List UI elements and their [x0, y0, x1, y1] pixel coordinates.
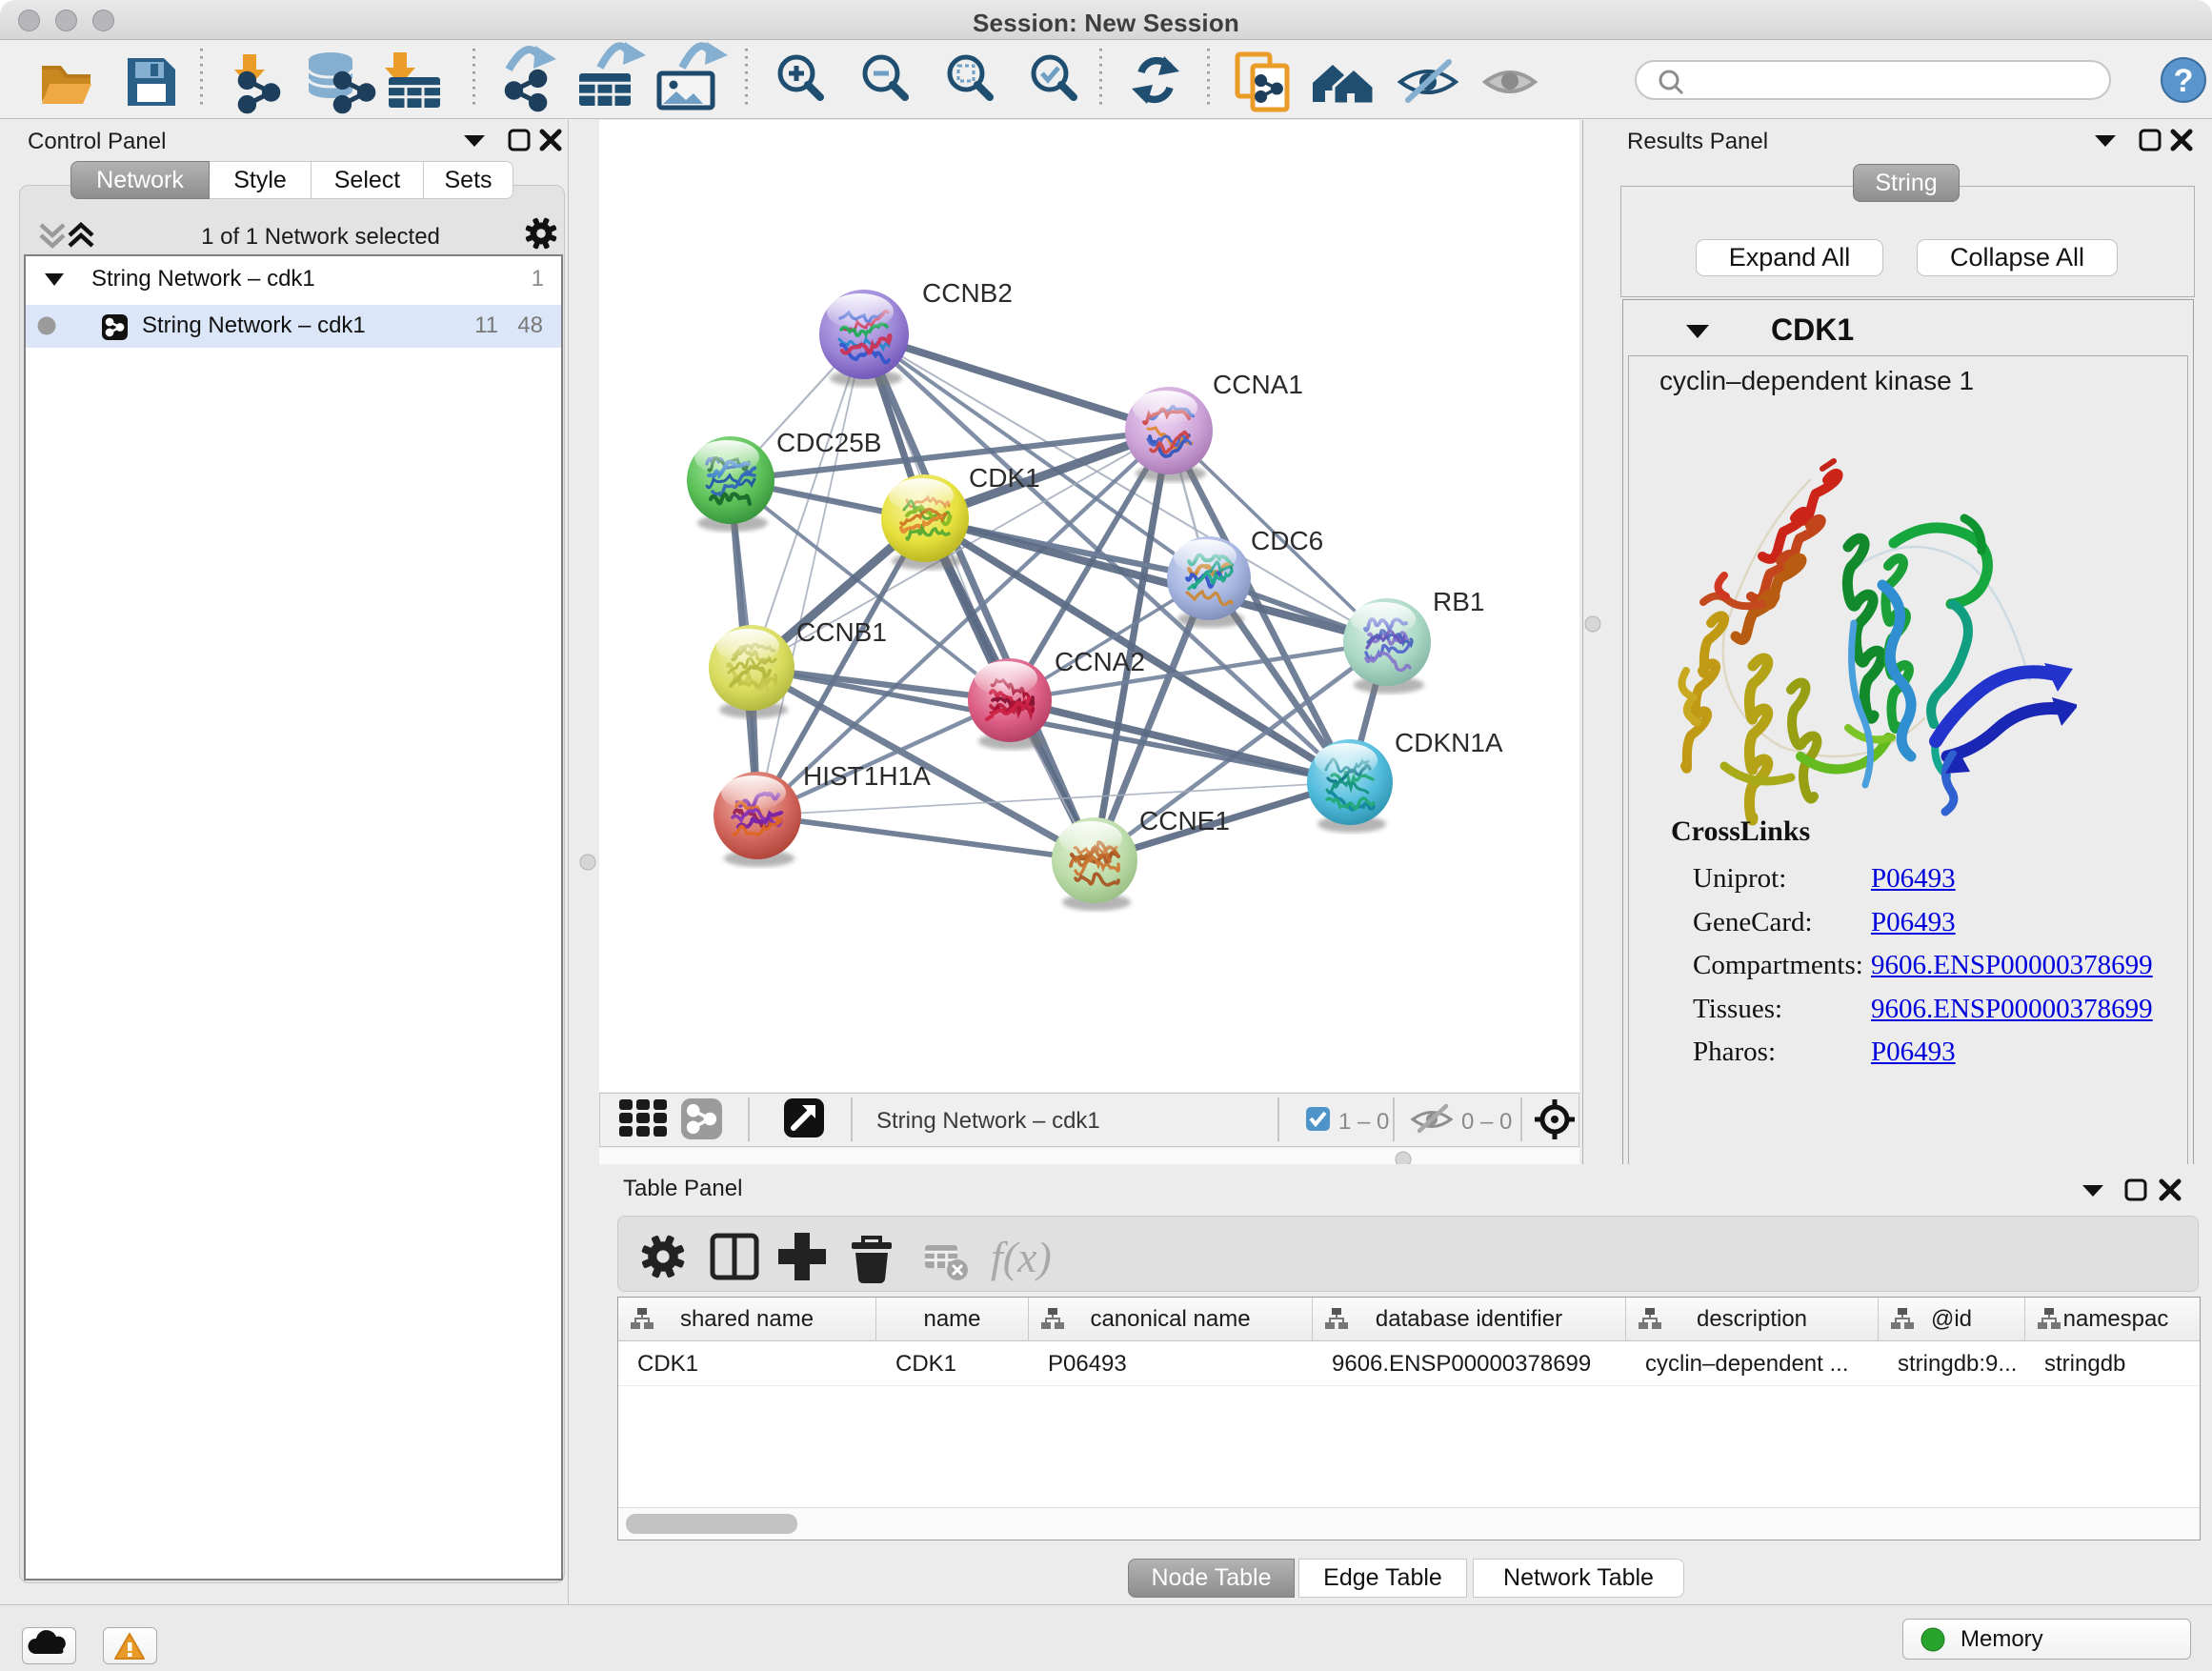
- svg-text:CDK1: CDK1: [969, 463, 1040, 493]
- svg-text:1 – 0: 1 – 0: [1338, 1109, 1389, 1135]
- svg-text:HIST1H1A: HIST1H1A: [803, 761, 931, 791]
- svg-text:?: ?: [2174, 63, 2194, 99]
- svg-text:String Network – cdk1: String Network – cdk1: [876, 1108, 1100, 1134]
- svg-text:CDKN1A: CDKN1A: [1395, 728, 1503, 757]
- svg-text:CCNA2: CCNA2: [1055, 647, 1145, 676]
- svg-text:CCNB2: CCNB2: [922, 278, 1013, 308]
- svg-text:CCNA1: CCNA1: [1213, 370, 1303, 399]
- svg-text:CCNB1: CCNB1: [796, 617, 887, 647]
- svg-text:CDC25B: CDC25B: [776, 428, 881, 457]
- svg-text:0 – 0: 0 – 0: [1461, 1109, 1512, 1135]
- svg-text:f(x): f(x): [991, 1233, 1052, 1281]
- svg-text:CCNE1: CCNE1: [1139, 806, 1230, 836]
- svg-text:CDC6: CDC6: [1251, 526, 1323, 555]
- svg-text:RB1: RB1: [1433, 587, 1484, 616]
